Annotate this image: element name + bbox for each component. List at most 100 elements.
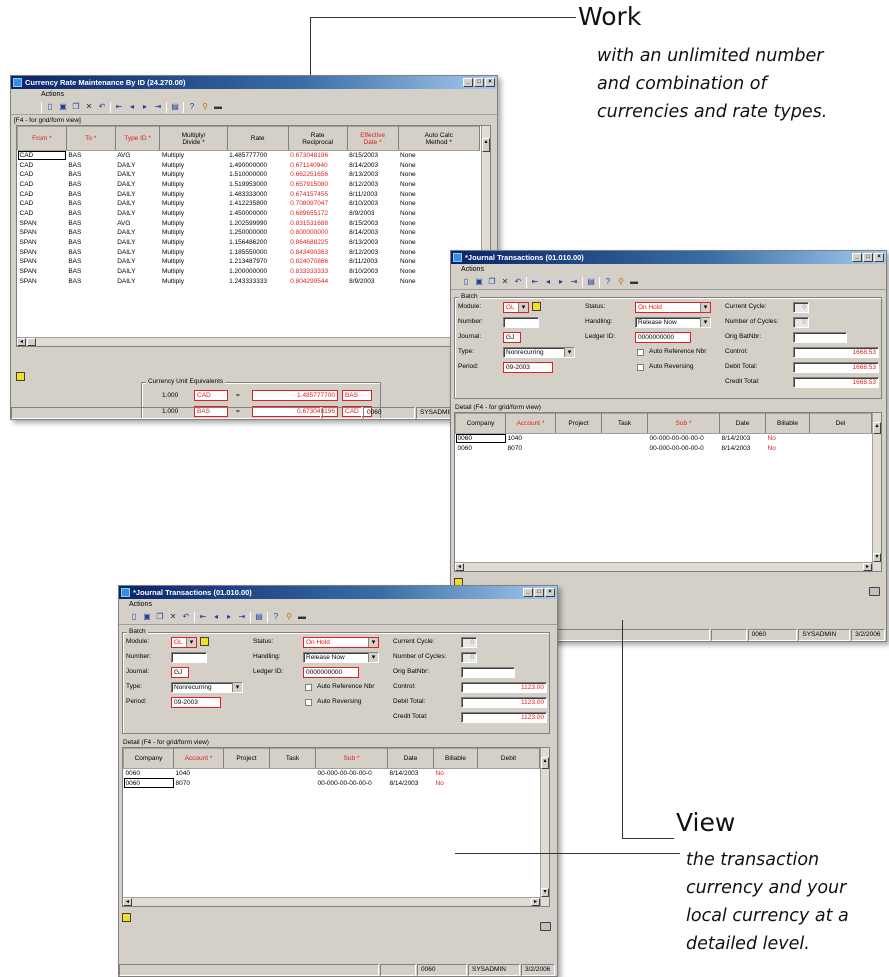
column-header[interactable]: Effective Date *: [346, 126, 399, 151]
table-cell[interactable]: [270, 769, 316, 779]
scroll-thumb-h[interactable]: [27, 338, 36, 346]
table-cell[interactable]: DAILY: [115, 180, 160, 190]
table-cell[interactable]: 1.485777700: [227, 151, 288, 161]
minimize-button[interactable]: _: [523, 588, 533, 597]
table-cell[interactable]: 1.412235800: [227, 199, 288, 209]
save-icon[interactable]: ▣: [58, 102, 68, 112]
column-header[interactable]: Type ID *: [114, 126, 161, 151]
table-cell[interactable]: CAD: [17, 150, 67, 161]
table-cell[interactable]: None: [398, 170, 479, 180]
table-cell[interactable]: Multiply: [160, 151, 227, 161]
table-cell[interactable]: Multiply: [160, 199, 227, 209]
help-icon[interactable]: ?: [603, 277, 613, 287]
scroll-down-button[interactable]: ▾: [873, 553, 881, 562]
number-of-cycles-field[interactable]: 0: [461, 652, 477, 663]
new-icon[interactable]: ▯: [45, 102, 55, 112]
table-cell[interactable]: BAS: [66, 267, 115, 277]
number-field[interactable]: [171, 652, 207, 663]
column-header[interactable]: Rate Reciprocal: [287, 126, 348, 151]
ledger-field[interactable]: 0000000000: [303, 667, 359, 678]
column-header[interactable]: Project: [223, 748, 270, 769]
column-header[interactable]: Sub *: [647, 413, 720, 434]
table-cell[interactable]: BAS: [66, 228, 115, 238]
table-cell[interactable]: DAILY: [115, 170, 160, 180]
table-cell[interactable]: 8070: [174, 778, 224, 788]
cancel-icon[interactable]: ↶: [97, 102, 107, 112]
table-cell[interactable]: DAILY: [115, 199, 160, 209]
column-header[interactable]: Date: [719, 413, 766, 434]
close-button[interactable]: ×: [545, 588, 555, 597]
column-header[interactable]: Auto Calc Method *: [397, 126, 481, 151]
quick-query-icon[interactable]: ⚲: [616, 277, 626, 287]
journal-field[interactable]: GJ: [171, 667, 189, 678]
table-row[interactable]: SPAN BAS DAILY Multiply 1.185550000 0.8434903…: [18, 247, 480, 257]
type-select[interactable]: Nonrecurring: [171, 682, 243, 693]
table-cell[interactable]: 1.185550000: [227, 247, 288, 257]
table-cell[interactable]: 1.519953000: [227, 180, 288, 190]
table-cell[interactable]: None: [398, 218, 479, 228]
table-cell[interactable]: [556, 434, 602, 444]
table-cell[interactable]: 0.800000000: [288, 228, 347, 238]
scroll-right-button[interactable]: ▸: [863, 563, 872, 571]
number-of-cycles-field[interactable]: 0: [793, 317, 809, 328]
close-button[interactable]: ×: [874, 253, 884, 262]
cancel-icon[interactable]: ↶: [513, 277, 523, 287]
table-cell[interactable]: Multiply: [160, 170, 227, 180]
table-cell[interactable]: 8/11/2003: [347, 189, 398, 199]
next-icon[interactable]: ▸: [556, 277, 566, 287]
module-lookup-button[interactable]: [200, 637, 209, 646]
actions-menu[interactable]: Actions: [41, 91, 64, 99]
next-icon[interactable]: ▸: [140, 102, 150, 112]
table-cell[interactable]: No: [434, 769, 478, 779]
table-cell[interactable]: 8/14/2003: [720, 434, 766, 444]
table-cell[interactable]: BAS: [66, 209, 115, 219]
minimize-button[interactable]: _: [852, 253, 862, 262]
equiv-value-1[interactable]: 1.485777700: [252, 390, 338, 401]
actions-menu[interactable]: Actions: [129, 601, 152, 609]
table-cell[interactable]: None: [398, 180, 479, 190]
scroll-thumb[interactable]: ▴: [482, 138, 490, 152]
table-cell[interactable]: DAILY: [115, 247, 160, 257]
table-cell[interactable]: Multiply: [160, 267, 227, 277]
table-cell[interactable]: AVG: [115, 218, 160, 228]
column-header[interactable]: Task: [269, 748, 316, 769]
table-cell[interactable]: [224, 778, 270, 788]
table-cell[interactable]: 8/14/2003: [720, 443, 766, 453]
journal-field[interactable]: GJ: [503, 332, 521, 343]
last-icon[interactable]: ⇥: [237, 612, 247, 622]
table-row[interactable]: CAD BAS DAILY Multiply 1.412235800 0.70809704…: [18, 199, 480, 209]
table-cell[interactable]: No: [434, 778, 478, 788]
table-cell[interactable]: 0.833333333: [288, 267, 347, 277]
table-cell[interactable]: [810, 443, 872, 453]
table-cell[interactable]: BAS: [66, 238, 115, 248]
maximize-button[interactable]: □: [474, 78, 484, 87]
copy-icon[interactable]: ❐: [71, 102, 81, 112]
grid-icon[interactable]: ▤: [586, 277, 596, 287]
current-cycle-field[interactable]: 0: [461, 637, 477, 648]
auto-reversing-checkbox[interactable]: [637, 364, 644, 371]
table-cell[interactable]: 0.804299544: [288, 276, 347, 286]
table-cell[interactable]: 8070: [506, 443, 556, 453]
table-row[interactable]: 0060 8070 00-000-00-00-00-0 8/14/2003 No: [123, 778, 540, 788]
table-cell[interactable]: 00-000-00-00-00-0: [648, 434, 720, 444]
table-cell[interactable]: 1.250000000: [227, 228, 288, 238]
detail-hscroll[interactable]: ◂ ▸: [455, 562, 872, 571]
debit-total-field[interactable]: 1123.00: [461, 697, 547, 708]
table-row[interactable]: 0060 1040 00-000-00-00-00-0 8/14/2003 No: [124, 769, 540, 779]
table-cell[interactable]: 1.490000000: [227, 160, 288, 170]
table-cell[interactable]: SPAN: [18, 267, 67, 277]
table-cell[interactable]: SPAN: [18, 276, 67, 286]
table-cell[interactable]: SPAN: [18, 238, 67, 248]
table-row[interactable]: CAD BAS DAILY Multiply 1.450000000 0.68965517…: [18, 209, 480, 219]
table-cell[interactable]: 8/12/2003: [347, 180, 398, 190]
table-cell[interactable]: CAD: [18, 180, 67, 190]
prev-icon[interactable]: ◂: [543, 277, 553, 287]
table-cell[interactable]: 1040: [174, 769, 224, 779]
table-cell[interactable]: BAS: [66, 151, 115, 161]
new-icon[interactable]: ▯: [129, 612, 139, 622]
table-cell[interactable]: 00-000-00-00-00-0: [316, 778, 388, 788]
table-cell[interactable]: 0.831531688: [288, 218, 347, 228]
table-cell[interactable]: BAS: [66, 160, 115, 170]
table-cell[interactable]: No: [766, 443, 810, 453]
table-cell[interactable]: None: [398, 228, 479, 238]
